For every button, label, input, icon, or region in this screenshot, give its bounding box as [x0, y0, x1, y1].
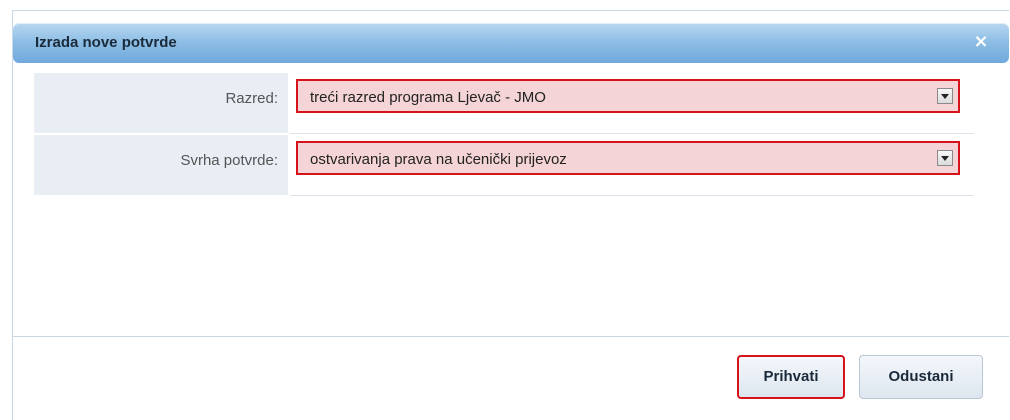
razred-label: Razred: [225, 90, 278, 107]
value-cell: treći razred programa Ljevač - JMO [290, 73, 974, 134]
dialog: Izrada nove potvrde × Razred: treći razr… [12, 10, 1009, 420]
footer-divider [13, 336, 1009, 337]
form-row-svrha: Svrha potvrde: ostvarivanja prava na uče… [34, 135, 974, 196]
form: Razred: treći razred programa Ljevač - J… [34, 73, 974, 199]
chevron-down-icon[interactable] [937, 88, 953, 104]
razred-select[interactable]: treći razred programa Ljevač - JMO [296, 79, 960, 113]
form-row-razred: Razred: treći razred programa Ljevač - J… [34, 73, 974, 134]
svrha-label: Svrha potvrde: [180, 152, 278, 169]
label-cell: Razred: [34, 73, 288, 134]
svrha-select[interactable]: ostvarivanja prava na učenički prijevoz [296, 141, 960, 175]
dialog-title: Izrada nove potvrde [35, 34, 177, 51]
accept-button[interactable]: Prihvati [737, 355, 845, 399]
label-cell: Svrha potvrde: [34, 135, 288, 196]
razred-select-value: treći razred programa Ljevač - JMO [310, 89, 546, 106]
cancel-button[interactable]: Odustani [859, 355, 983, 399]
dialog-titlebar: Izrada nove potvrde × [13, 23, 1009, 63]
svrha-select-value: ostvarivanja prava na učenički prijevoz [310, 151, 567, 168]
chevron-down-icon[interactable] [937, 150, 953, 166]
close-icon[interactable]: × [971, 32, 991, 52]
value-cell: ostvarivanja prava na učenički prijevoz [290, 135, 974, 196]
